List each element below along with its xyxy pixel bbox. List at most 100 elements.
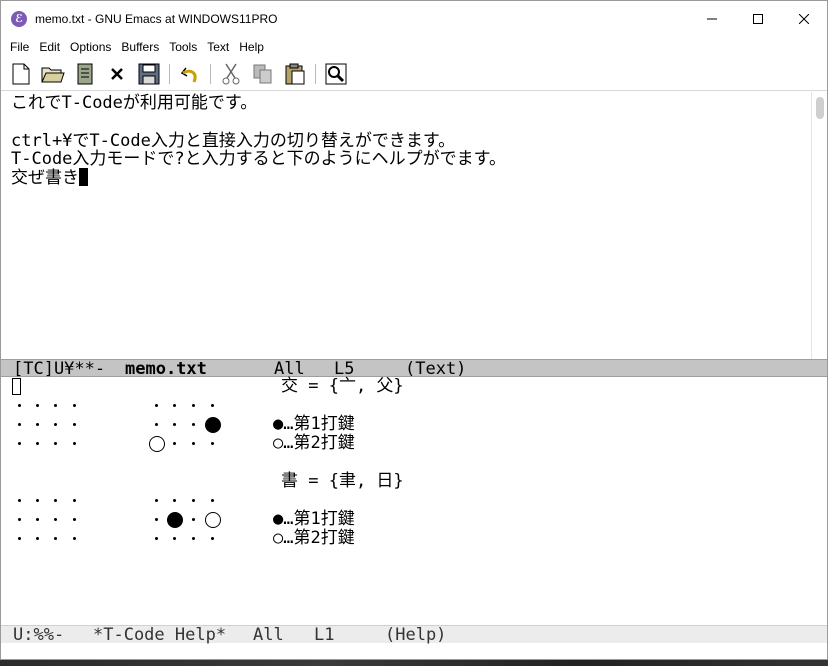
mode-line-major-mode[interactable]: (Help) bbox=[385, 626, 446, 644]
key-dot bbox=[211, 404, 214, 407]
paste-icon bbox=[285, 63, 305, 85]
key-dot bbox=[173, 423, 176, 426]
key-dot bbox=[18, 518, 21, 521]
menu-bar: File Edit Options Buffers Tools Text Hel… bbox=[1, 37, 827, 57]
mode-line-status: U:%%- bbox=[13, 625, 65, 645]
desktop-background bbox=[0, 660, 828, 666]
key-dot bbox=[173, 537, 176, 540]
save-button[interactable] bbox=[137, 62, 161, 86]
menu-buffers[interactable]: Buffers bbox=[116, 40, 164, 54]
key-dot bbox=[211, 442, 214, 445]
key-dot bbox=[54, 518, 57, 521]
key-dot bbox=[155, 518, 158, 521]
key-dot bbox=[36, 423, 39, 426]
legend-second-stroke: ○…第2打鍵 bbox=[273, 433, 355, 453]
key-dot bbox=[54, 537, 57, 540]
key-dot bbox=[192, 404, 195, 407]
copy-button[interactable] bbox=[251, 62, 275, 86]
key-dot bbox=[36, 518, 39, 521]
key-dot bbox=[192, 423, 195, 426]
key-dot bbox=[36, 442, 39, 445]
search-button[interactable] bbox=[324, 62, 348, 86]
paste-button[interactable] bbox=[283, 62, 307, 86]
open-folder-icon bbox=[41, 67, 65, 83]
key-dot bbox=[192, 518, 195, 521]
key-dot bbox=[73, 442, 76, 445]
mode-line-inactive[interactable]: U:%%- *T-Code Help* All L1 (Help) bbox=[1, 625, 827, 645]
inactive-cursor bbox=[12, 378, 21, 395]
help-formula: 書 = {聿, 日} bbox=[281, 471, 404, 491]
close-icon bbox=[111, 68, 123, 80]
second-stroke-key bbox=[149, 436, 165, 452]
key-dot bbox=[73, 404, 76, 407]
menu-options[interactable]: Options bbox=[65, 40, 116, 54]
key-dot bbox=[73, 499, 76, 502]
maximize-button[interactable] bbox=[735, 1, 781, 37]
menu-edit[interactable]: Edit bbox=[34, 40, 65, 54]
kill-buffer-button[interactable] bbox=[105, 62, 129, 86]
key-dot bbox=[36, 537, 39, 540]
text-buffer[interactable]: これでT-Codeが利用可能です。 ctrl+¥でT-Code入力と直接入力の切… bbox=[1, 92, 827, 359]
emacs-icon: ℰ bbox=[11, 11, 27, 27]
key-dot bbox=[211, 537, 214, 540]
key-dot bbox=[54, 499, 57, 502]
key-dot bbox=[211, 499, 214, 502]
search-icon bbox=[325, 63, 347, 85]
key-dot bbox=[18, 423, 21, 426]
toolbar-separator bbox=[210, 64, 211, 84]
help-buffer[interactable] bbox=[1, 378, 827, 624]
open-file-button[interactable] bbox=[41, 62, 65, 86]
key-dot bbox=[192, 442, 195, 445]
echo-area[interactable] bbox=[1, 644, 827, 659]
key-dot bbox=[173, 499, 176, 502]
key-dot bbox=[173, 404, 176, 407]
mode-line-status: [TC]U¥**- bbox=[13, 359, 106, 379]
text-cursor bbox=[79, 168, 88, 186]
emacs-window: ℰ memo.txt - GNU Emacs at WINDOWS11PRO F… bbox=[0, 0, 828, 660]
key-dot bbox=[54, 442, 57, 445]
key-dot bbox=[155, 423, 158, 426]
mode-line-major-mode[interactable]: (Text) bbox=[405, 360, 466, 378]
vertical-scrollbar[interactable] bbox=[811, 92, 827, 359]
first-stroke-key bbox=[205, 417, 221, 433]
mode-line-line-number: L1 bbox=[314, 625, 335, 645]
menu-tools[interactable]: Tools bbox=[164, 40, 202, 54]
menu-help[interactable]: Help bbox=[234, 40, 269, 54]
buffer-line-text: 交ぜ書き bbox=[11, 168, 79, 188]
menu-file[interactable]: File bbox=[5, 40, 34, 54]
key-dot bbox=[36, 499, 39, 502]
mode-line-buffer-name[interactable]: memo.txt bbox=[125, 360, 207, 378]
key-dot bbox=[18, 499, 21, 502]
close-window-button[interactable] bbox=[781, 1, 827, 37]
key-dot bbox=[54, 404, 57, 407]
cut-button[interactable] bbox=[219, 62, 243, 86]
close-icon bbox=[799, 14, 809, 24]
maximize-icon bbox=[753, 14, 763, 24]
minimize-icon bbox=[707, 18, 717, 20]
key-dot bbox=[155, 499, 158, 502]
first-stroke-key bbox=[167, 512, 183, 528]
undo-button[interactable] bbox=[178, 62, 202, 86]
key-dot bbox=[73, 537, 76, 540]
buffer-line: T-Code入力モードで?と入力すると下のようにヘルプがでます。 bbox=[11, 149, 506, 169]
buffer-line-current: 交ぜ書き bbox=[11, 168, 88, 188]
legend-first-stroke: ●…第1打鍵 bbox=[273, 414, 355, 434]
dired-icon bbox=[77, 63, 93, 85]
legend-first-stroke: ●…第1打鍵 bbox=[273, 509, 355, 529]
new-file-icon bbox=[12, 63, 30, 85]
mode-line-buffer-name[interactable]: *T-Code Help* bbox=[93, 626, 226, 644]
mode-line-active[interactable]: [TC]U¥**- memo.txt All L5 (Text) bbox=[1, 359, 827, 379]
undo-icon bbox=[180, 67, 197, 83]
window-title: memo.txt - GNU Emacs at WINDOWS11PRO bbox=[35, 12, 278, 26]
menu-text[interactable]: Text bbox=[202, 40, 234, 54]
copy-icon bbox=[253, 64, 272, 84]
dired-button[interactable] bbox=[73, 62, 97, 86]
title-bar: ℰ memo.txt - GNU Emacs at WINDOWS11PRO bbox=[1, 1, 827, 37]
scrollbar-thumb[interactable] bbox=[816, 97, 824, 119]
new-file-button[interactable] bbox=[9, 62, 33, 86]
minimize-button[interactable] bbox=[689, 1, 735, 37]
key-dot bbox=[192, 537, 195, 540]
second-stroke-key bbox=[205, 512, 221, 528]
toolbar-separator bbox=[315, 64, 316, 84]
key-dot bbox=[192, 499, 195, 502]
